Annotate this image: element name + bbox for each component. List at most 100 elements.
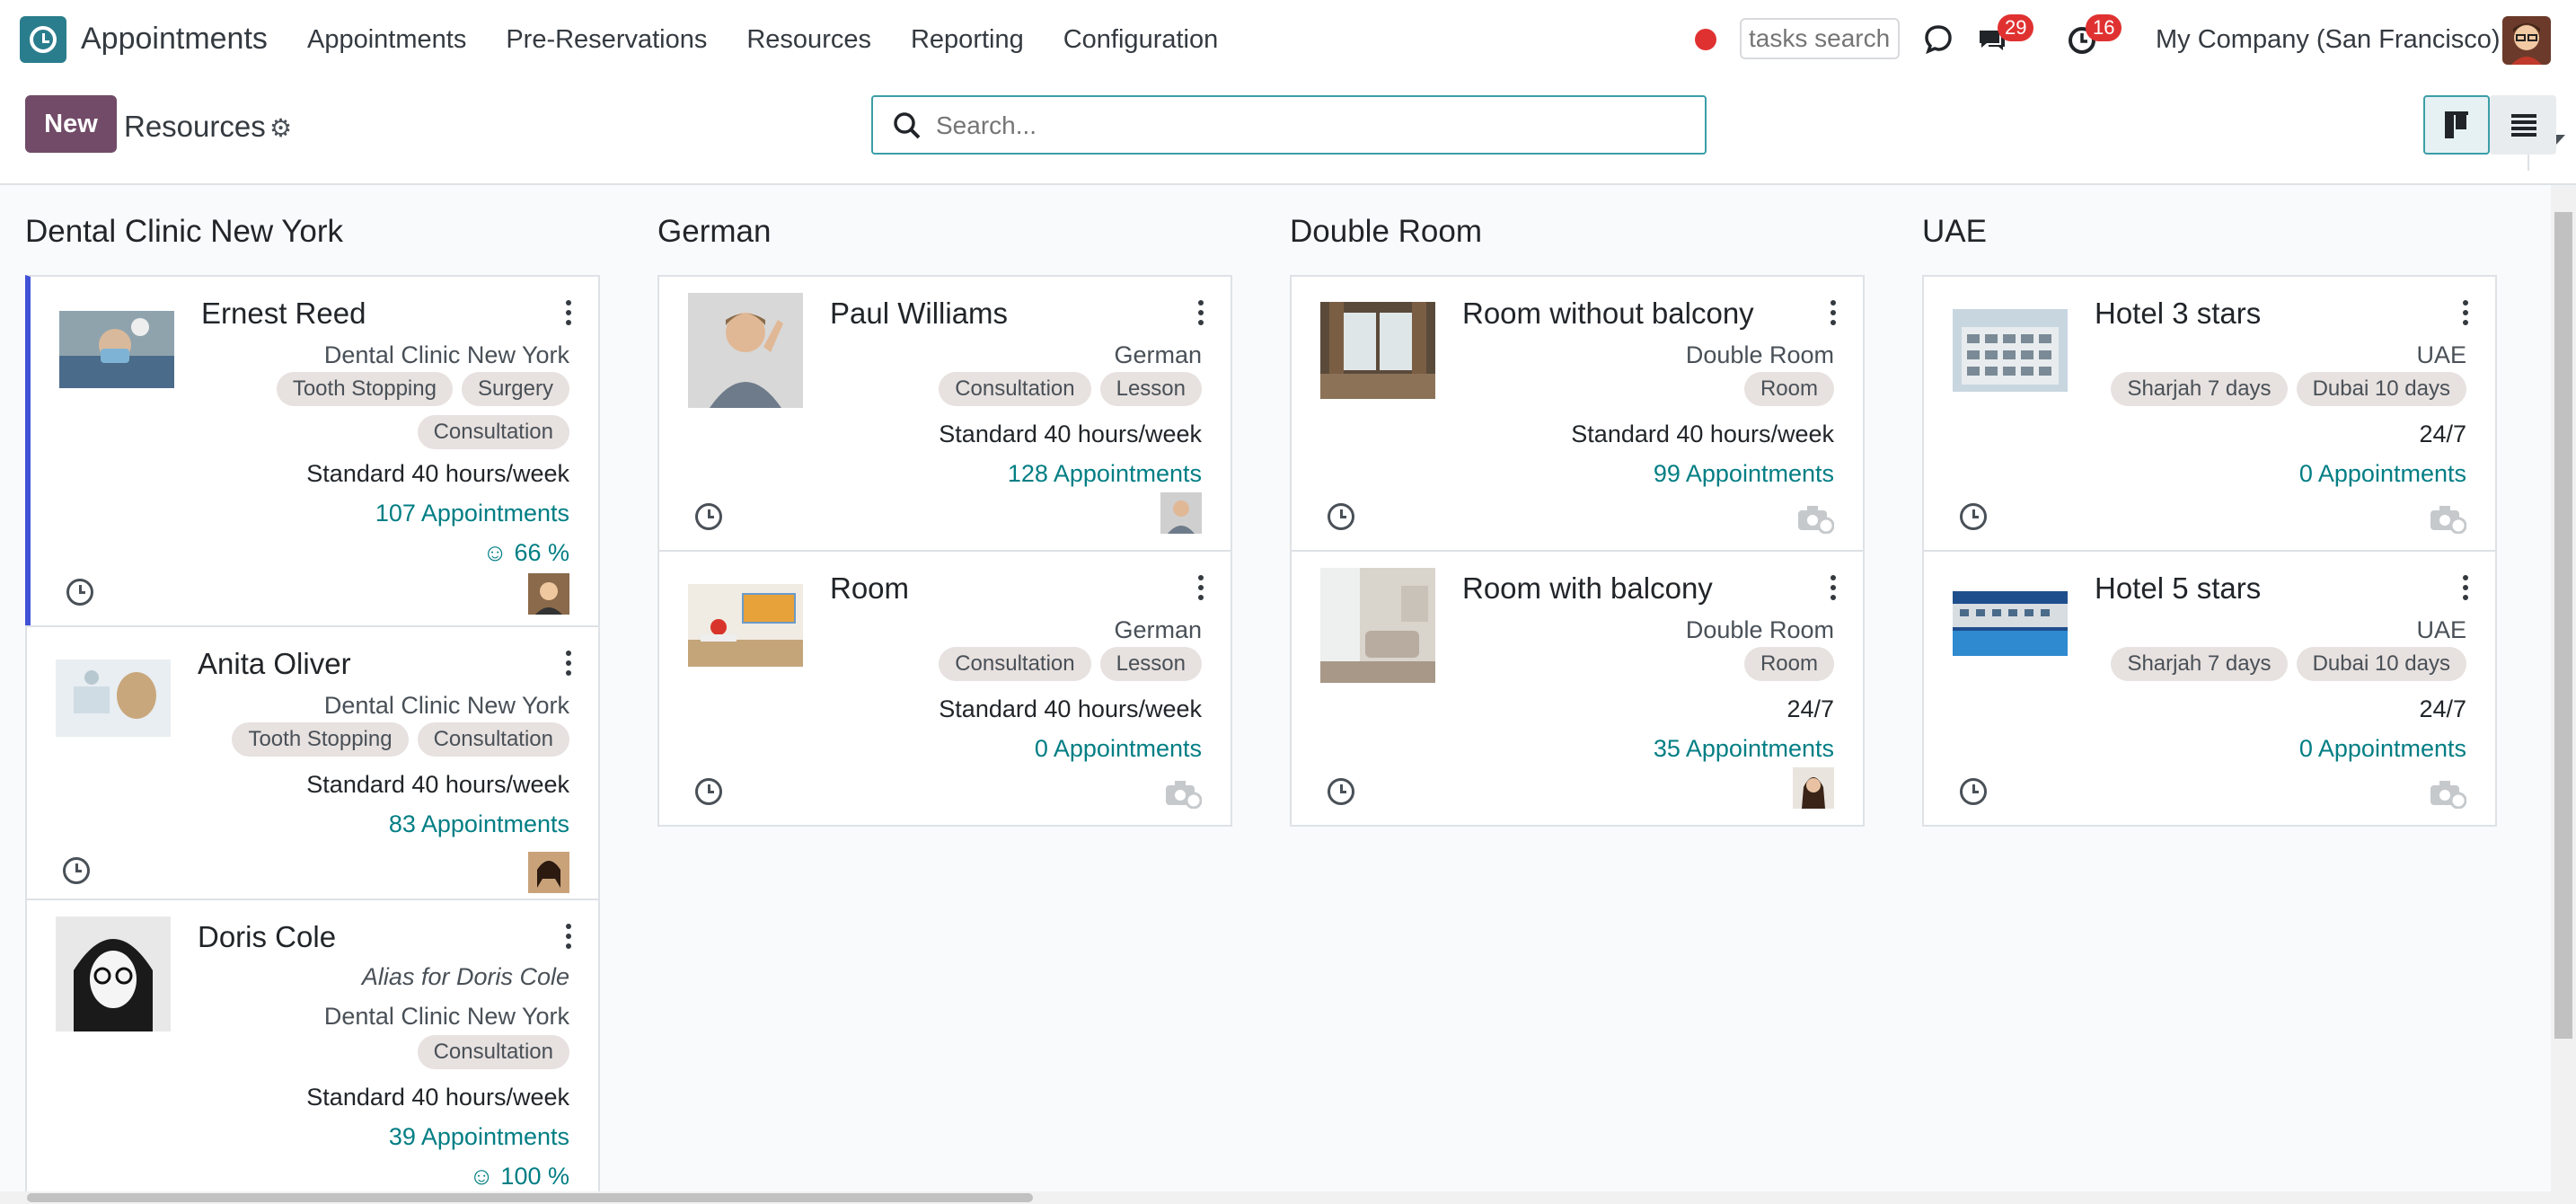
card-subtitle: German	[1114, 616, 1202, 643]
kanban-card-paul-williams[interactable]: Paul Williams German Consultation Lesson…	[657, 275, 1232, 552]
column-title[interactable]: German	[657, 214, 771, 250]
working-hours-clock-icon[interactable]	[695, 503, 722, 530]
working-hours-clock-icon[interactable]	[1328, 503, 1354, 530]
working-hours-clock-icon[interactable]	[63, 857, 90, 884]
kanban-card-room-with-balcony[interactable]: Room with balcony Double Room Room 24/7 …	[1290, 550, 1865, 827]
card-name: Doris Cole	[198, 920, 337, 953]
card-rating: ☺ 100 %	[469, 1163, 569, 1190]
card-menu-icon[interactable]	[566, 651, 571, 676]
kanban-card-doris-cole[interactable]: Doris Cole Alias for Doris Cole Dental C…	[25, 899, 600, 1204]
card-menu-icon[interactable]	[1198, 300, 1204, 325]
card-menu-icon[interactable]	[1831, 300, 1836, 325]
company-switcher[interactable]: My Company (San Francisco)	[2156, 25, 2501, 55]
camera-placeholder-icon	[2430, 781, 2466, 809]
kanban-card-anita-oliver[interactable]: Anita Oliver Dental Clinic New York Toot…	[25, 625, 600, 900]
menu-reporting[interactable]: Reporting	[911, 25, 1024, 55]
card-subtitle: Dental Clinic New York	[323, 692, 569, 719]
card-menu-icon[interactable]	[1831, 575, 1836, 600]
new-button[interactable]: New	[25, 95, 117, 153]
card-appointments-link[interactable]: 39 Appointments	[389, 1123, 569, 1151]
menu-pre-reservations[interactable]: Pre-Reservations	[506, 25, 707, 55]
ernest-reed-photo	[59, 311, 174, 388]
gear-icon[interactable]: ⚙	[269, 113, 292, 143]
card-name: Hotel 5 stars	[2095, 571, 2262, 605]
menu-configuration[interactable]: Configuration	[1063, 25, 1219, 55]
tag: Lesson	[1099, 372, 1202, 406]
kanban-card-room-without-balcony[interactable]: Room without balcony Double Room Room St…	[1290, 275, 1865, 552]
search-input[interactable]	[934, 106, 1602, 146]
app-title[interactable]: Appointments	[81, 22, 268, 57]
card-schedule: 24/7	[2419, 421, 2466, 447]
kanban-card-hotel-3-stars[interactable]: Hotel 3 stars UAE Sharjah 7 days Dubai 1…	[1922, 275, 2497, 552]
card-appointments-link[interactable]: 35 Appointments	[1654, 735, 1834, 763]
tag: Room	[1743, 647, 1834, 681]
card-tags: Consultation Lesson	[860, 647, 1202, 681]
messages-count-badge: 29	[1998, 14, 2034, 41]
column-title[interactable]: UAE	[1922, 214, 1987, 250]
working-hours-clock-icon[interactable]	[66, 579, 93, 606]
hotel-5-stars-photo	[1953, 591, 2068, 656]
card-menu-icon[interactable]	[566, 924, 571, 949]
card-tags: Consultation	[228, 1035, 569, 1069]
discuss-icon[interactable]	[1922, 23, 1954, 56]
page-title: Resources	[124, 110, 266, 143]
tag: Lesson	[1099, 647, 1202, 681]
card-subtitle: German	[1114, 341, 1202, 368]
tasks-search-input[interactable]	[1740, 18, 1900, 59]
horizontal-scrollbar[interactable]	[0, 1191, 2551, 1204]
user-avatar[interactable]	[2502, 16, 2551, 65]
working-hours-clock-icon[interactable]	[695, 778, 722, 805]
menu-appointments[interactable]: Appointments	[307, 25, 466, 55]
card-subtitle: UAE	[2416, 616, 2466, 643]
menu-resources[interactable]: Resources	[746, 25, 871, 55]
appointments-app-icon[interactable]	[20, 16, 66, 63]
working-hours-clock-icon[interactable]	[1328, 778, 1354, 805]
card-subtitle: Dental Clinic New York	[323, 341, 569, 368]
tag: Sharjah 7 days	[2111, 372, 2288, 406]
card-tags: Sharjah 7 days Dubai 10 days	[2089, 372, 2466, 406]
room-without-balcony-photo	[1320, 302, 1435, 399]
card-tags: Tooth Stopping Consultation	[192, 722, 569, 757]
card-subtitle: Double Room	[1685, 616, 1834, 643]
tag: Dubai 10 days	[2296, 372, 2466, 406]
card-appointments-link[interactable]: 0 Appointments	[2299, 460, 2466, 488]
vertical-scrollbar[interactable]	[2551, 185, 2576, 1204]
card-tags: Tooth Stopping Surgery Consultation	[228, 372, 569, 449]
card-tags: Sharjah 7 days Dubai 10 days	[2089, 647, 2466, 681]
anita-oliver-photo	[56, 660, 171, 737]
card-subtitle: Double Room	[1685, 341, 1834, 368]
card-menu-icon[interactable]	[1198, 575, 1204, 600]
card-menu-icon[interactable]	[2463, 300, 2468, 325]
card-appointments-link[interactable]: 128 Appointments	[1008, 460, 1202, 488]
tag: Consultation	[417, 722, 569, 757]
kanban-card-room[interactable]: Room German Consultation Lesson Standard…	[657, 550, 1232, 827]
camera-placeholder-icon	[2430, 506, 2466, 534]
kanban-card-hotel-5-stars[interactable]: Hotel 5 stars UAE Sharjah 7 days Dubai 1…	[1922, 550, 2497, 827]
list-view-button[interactable]	[2490, 95, 2556, 155]
card-appointments-link[interactable]: 83 Appointments	[389, 810, 569, 838]
card-menu-icon[interactable]	[2463, 575, 2468, 600]
card-appointments-link[interactable]: 107 Appointments	[375, 500, 569, 527]
working-hours-clock-icon[interactable]	[1960, 778, 1987, 805]
card-appointments-link[interactable]: 0 Appointments	[1035, 735, 1202, 763]
tag: Sharjah 7 days	[2111, 647, 2288, 681]
kanban-view-button[interactable]	[2423, 95, 2490, 155]
card-menu-icon[interactable]	[566, 300, 571, 325]
tag: Surgery	[461, 372, 569, 406]
working-hours-clock-icon[interactable]	[1960, 503, 1987, 530]
hotel-3-stars-photo	[1953, 309, 2068, 392]
column-title[interactable]: Dental Clinic New York	[25, 214, 343, 250]
card-schedule: Standard 40 hours/week	[939, 421, 1202, 447]
tag: Tooth Stopping	[232, 722, 409, 757]
kanban-card-ernest-reed[interactable]: Ernest Reed Dental Clinic New York Tooth…	[25, 275, 600, 627]
tag: Consultation	[417, 1035, 569, 1069]
column-title[interactable]: Double Room	[1290, 214, 1482, 250]
card-schedule: Standard 40 hours/week	[1571, 421, 1834, 447]
card-name: Ernest Reed	[201, 297, 366, 330]
card-schedule: Standard 40 hours/week	[306, 1084, 569, 1111]
recording-indicator-icon[interactable]	[1695, 29, 1716, 50]
card-appointments-link[interactable]: 99 Appointments	[1654, 460, 1834, 488]
card-name: Anita Oliver	[198, 647, 351, 680]
top-navbar: Appointments Appointments Pre-Reservatio…	[0, 0, 2576, 81]
card-appointments-link[interactable]: 0 Appointments	[2299, 735, 2466, 763]
